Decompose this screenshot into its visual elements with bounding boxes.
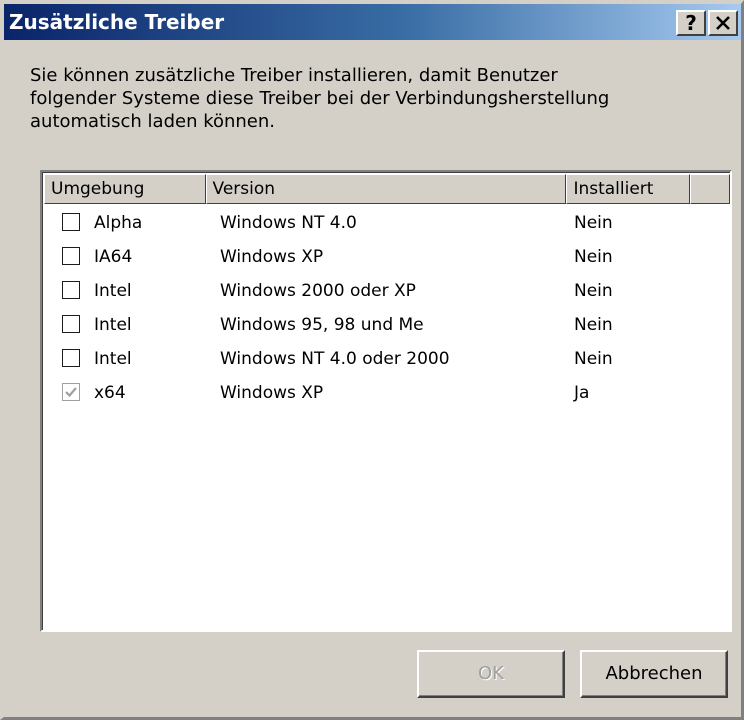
row-checkbox[interactable] — [62, 213, 80, 231]
drivers-list[interactable]: Umgebung Version Installiert Alpha Window… — [40, 170, 732, 632]
row-checkbox[interactable] — [62, 315, 80, 333]
cell-environment: Intel — [94, 315, 132, 335]
cell-version: Windows 2000 oder XP — [220, 281, 416, 301]
row-checkbox[interactable] — [62, 281, 80, 299]
dialog-title: Zusätzliche Treiber — [9, 10, 225, 34]
help-button[interactable]: ? — [676, 10, 706, 36]
table-row[interactable]: Intel Windows 2000 oder XP Nein — [44, 274, 730, 308]
table-row[interactable]: Intel Windows 95, 98 und Me Nein — [44, 308, 730, 342]
cell-version: Windows NT 4.0 — [220, 213, 357, 233]
checkmark-icon — [65, 387, 77, 398]
additional-drivers-dialog: Zusätzliche Treiber ? Sie können zusätzl… — [0, 0, 744, 720]
cell-version: Windows XP — [220, 247, 324, 267]
table-row[interactable]: Alpha Windows NT 4.0 Nein — [44, 206, 730, 240]
cell-installed: Nein — [574, 349, 613, 369]
cell-version: Windows NT 4.0 oder 2000 — [220, 349, 450, 369]
cell-version: Windows XP — [220, 383, 324, 403]
column-header-version[interactable]: Version — [205, 174, 567, 204]
row-checkbox — [62, 383, 80, 401]
cell-environment: IA64 — [94, 247, 133, 267]
cell-environment: Intel — [94, 281, 132, 301]
ok-button[interactable]: OK — [417, 650, 565, 698]
table-row[interactable]: x64 Windows XP Ja — [44, 376, 730, 410]
column-header-filler — [690, 174, 730, 204]
cell-installed: Nein — [574, 213, 613, 233]
cell-version: Windows 95, 98 und Me — [220, 315, 424, 335]
cancel-button[interactable]: Abbrechen — [580, 650, 728, 698]
close-button[interactable] — [708, 10, 738, 36]
cell-installed: Nein — [574, 247, 613, 267]
cell-environment: Intel — [94, 349, 132, 369]
close-icon — [716, 16, 730, 30]
table-row[interactable]: IA64 Windows XP Nein — [44, 240, 730, 274]
list-header: Umgebung Version Installiert — [44, 174, 730, 204]
description-text: Sie können zusätzliche Treiber installie… — [30, 65, 610, 132]
row-checkbox[interactable] — [62, 247, 80, 265]
cell-installed: Nein — [574, 315, 613, 335]
cell-installed: Ja — [574, 383, 590, 403]
row-checkbox[interactable] — [62, 349, 80, 367]
column-header-installed[interactable]: Installiert — [566, 174, 691, 204]
table-row[interactable]: Intel Windows NT 4.0 oder 2000 Nein — [44, 342, 730, 376]
cell-environment: x64 — [94, 383, 126, 403]
column-header-environment[interactable]: Umgebung — [44, 174, 206, 204]
cell-installed: Nein — [574, 281, 613, 301]
list-rows: Alpha Windows NT 4.0 Nein IA64 Windows XP Nei… — [44, 206, 730, 410]
title-bar[interactable]: Zusätzliche Treiber ? — [4, 4, 741, 40]
cell-environment: Alpha — [94, 213, 143, 233]
